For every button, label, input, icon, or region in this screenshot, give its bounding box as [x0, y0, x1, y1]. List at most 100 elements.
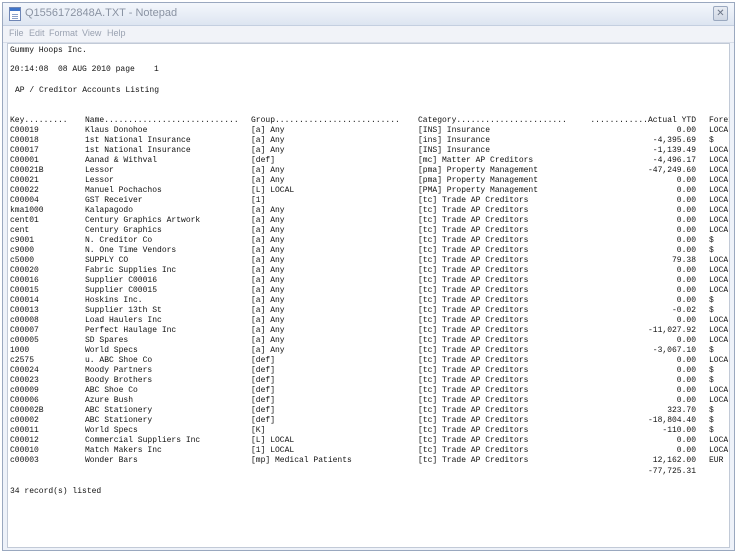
cell-category: [tc] Trade AP Creditors	[418, 426, 529, 435]
window-title: Q1556172848A.TXT - Notepad	[25, 7, 178, 19]
text-editor-area[interactable]: Gummy Hoops Inc. 20:14:08 08 AUG 2010 pa…	[7, 43, 730, 548]
cell-actual-ytd: 0.00	[676, 236, 696, 245]
cell-key: C00001	[10, 156, 39, 165]
cell-category: [tc] Trade AP Creditors	[418, 246, 529, 255]
table-row: 1000 World Specs [a] Any [tc] Trade AP Cred…	[8, 346, 729, 356]
menu-edit[interactable]: Edit	[29, 28, 45, 38]
cell-category: [INS] Insurance	[418, 126, 491, 135]
table-row: c00005 SD Spares [a] Any [tc] Trade AP Cred…	[8, 336, 729, 346]
cell-group: [a] Any	[251, 206, 285, 215]
cell-name: Moody Partners	[85, 366, 153, 375]
cell-name: 1st National Insurance	[85, 146, 191, 155]
cell-actual-ytd: 0.00	[676, 446, 696, 455]
cell-category: [tc] Trade AP Creditors	[418, 456, 529, 465]
cell-name: Century Graphics Artwork	[85, 216, 201, 225]
table-row: c2575 u. ABC Shoe Co [def] [tc] Trade AP Cr…	[8, 356, 729, 366]
menu-help[interactable]: Help	[107, 28, 126, 38]
cell-category: [tc] Trade AP Creditors	[418, 386, 529, 395]
cell-key: C00017	[10, 146, 39, 155]
cell-key: c5000	[10, 256, 35, 265]
cell-forex: LOCAL	[709, 326, 729, 335]
cell-category: [ins] Insurance	[418, 136, 491, 145]
menu-file[interactable]: File	[9, 28, 24, 38]
cell-forex: LOCAL	[709, 166, 729, 175]
cell-category: [tc] Trade AP Creditors	[418, 406, 529, 415]
cell-group: [a] Any	[251, 136, 285, 145]
cell-group: [a] Any	[251, 246, 285, 255]
cell-key: c00009	[10, 386, 39, 395]
cell-group: [1]	[251, 196, 266, 205]
cell-group: [a] Any	[251, 216, 285, 225]
cell-actual-ytd: -18,804.40	[647, 416, 696, 425]
table-row: C00020 Fabric Supplies Inc [a] Any [tc] Tra…	[8, 266, 729, 276]
cell-forex: $	[709, 426, 714, 435]
cell-category: [tc] Trade AP Creditors	[418, 216, 529, 225]
cell-forex: LOCAL	[709, 266, 729, 275]
table-row: c9000 N. One Time Vendors [a] Any [tc] Trad…	[8, 246, 729, 256]
cell-category: [tc] Trade AP Creditors	[418, 296, 529, 305]
cell-name: u. ABC Shoe Co	[85, 356, 153, 365]
table-row: C00010 Match Makers Inc [1] LOCAL [tc] Trad…	[8, 446, 729, 456]
cell-forex: LOCAL	[709, 156, 729, 165]
cell-key: c00003	[10, 456, 39, 465]
cell-actual-ytd: 0.00	[676, 376, 696, 385]
cell-key: C00019	[10, 126, 39, 135]
cell-category: [tc] Trade AP Creditors	[418, 316, 529, 325]
cell-category: [tc] Trade AP Creditors	[418, 286, 529, 295]
cell-actual-ytd: 0.00	[676, 316, 696, 325]
header-actual-ytd: ............Actual YTD	[590, 116, 696, 125]
cell-actual-ytd: -4,496.17	[652, 156, 696, 165]
report-title: AP / Creditor Accounts Listing	[15, 86, 160, 95]
cell-actual-ytd: -0.02	[671, 306, 696, 315]
cell-name: Century Graphics	[85, 226, 162, 235]
cell-name: Manuel Pochachos	[85, 186, 162, 195]
cell-forex: LOCAL	[709, 126, 729, 135]
cell-name: Boody Brothers	[85, 376, 153, 385]
cell-forex: LOCAL	[709, 196, 729, 205]
table-row: C00021B Lessor [a] Any [pma] Property Manag…	[8, 166, 729, 176]
cell-name: Aanad & Withval	[85, 156, 158, 165]
cell-actual-ytd: 0.00	[676, 366, 696, 375]
table-row: C00002B ABC Stationery [def] [tc] Trade AP …	[8, 406, 729, 416]
cell-forex: LOCAL	[709, 206, 729, 215]
cell-key: 1000	[10, 346, 30, 355]
cell-actual-ytd: -1,139.49	[652, 146, 696, 155]
table-row: C00023 Boody Brothers [def] [tc] Trade AP C…	[8, 376, 729, 386]
cell-group: [a] Any	[251, 336, 285, 345]
cell-actual-ytd: 0.00	[676, 356, 696, 365]
cell-forex: LOCAL	[709, 226, 729, 235]
cell-name: Lessor	[85, 176, 114, 185]
header-forex: Forex.	[709, 116, 729, 125]
cell-actual-ytd: -47,249.60	[647, 166, 696, 175]
cell-group: [a] Any	[251, 276, 285, 285]
cell-category: [tc] Trade AP Creditors	[418, 366, 529, 375]
menu-format[interactable]: Format	[49, 28, 78, 38]
cell-actual-ytd: 0.00	[676, 296, 696, 305]
cell-forex: $	[709, 306, 714, 315]
cell-forex: LOCAL	[709, 336, 729, 345]
cell-name: N. Creditor Co	[85, 236, 153, 245]
report-rows: C00019 Klaus Donohoe [a] Any [INS] Insuranc…	[8, 126, 729, 466]
header-name: Name............................	[85, 116, 239, 125]
cell-group: [a] Any	[251, 236, 285, 245]
cell-forex: LOCAL	[709, 436, 729, 445]
cell-key: C00018	[10, 136, 39, 145]
cell-name: 1st National Insurance	[85, 136, 191, 145]
cell-key: c00008	[10, 316, 39, 325]
table-row: C00001 Aanad & Withval [def] [mc] Matter AP…	[8, 156, 729, 166]
cell-forex: LOCAL	[709, 216, 729, 225]
record-count: 34 record(s) listed	[10, 487, 102, 496]
cell-key: C00006	[10, 396, 39, 405]
close-button[interactable]: ✕	[713, 6, 728, 21]
cell-name: ABC Stationery	[85, 406, 153, 415]
title-bar[interactable]: Q1556172848A.TXT - Notepad ✕	[3, 3, 734, 26]
cell-key: c2575	[10, 356, 35, 365]
cell-forex: LOCAL	[709, 386, 729, 395]
report-timestamp: 20:14:08 08 AUG 2010 page 1	[10, 65, 159, 74]
menu-view[interactable]: View	[82, 28, 101, 38]
cell-key: C00023	[10, 376, 39, 385]
cell-key: C00020	[10, 266, 39, 275]
cell-group: [a] Any	[251, 306, 285, 315]
cell-key: cent	[10, 226, 30, 235]
table-row: C00015 Supplier C00015 [a] Any [tc] Trade A…	[8, 286, 729, 296]
